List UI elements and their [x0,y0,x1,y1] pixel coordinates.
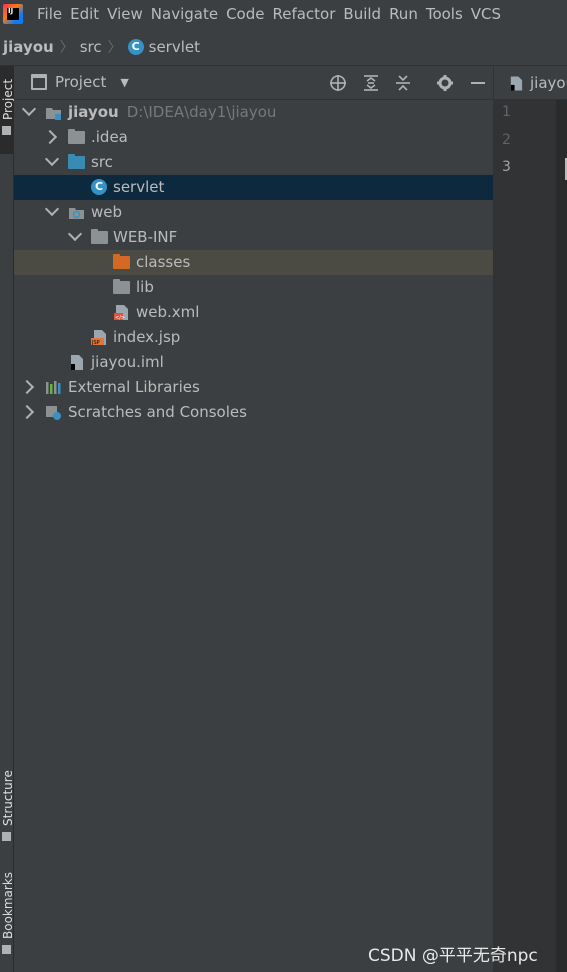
chevron-right-icon: 〉 [107,39,122,56]
breadcrumb: jiayou 〉 src 〉 C servlet [0,28,567,66]
web-folder-icon [69,208,84,219]
menu-vcs[interactable]: VCS [471,5,501,23]
left-tool-strip: Project Structure Bookmarks [0,66,15,972]
tree-label-webinf: WEB-INF [113,228,178,246]
menu-file[interactable]: File [37,5,62,23]
excluded-folder-icon [113,254,130,269]
class-icon: C [91,179,107,195]
menu-navigate[interactable]: Navigate [151,5,218,23]
tree-item-jiayou[interactable]: jiayou D:\IDEA\day1\jiayou [14,100,493,125]
gear-icon[interactable] [436,74,454,92]
menu-build[interactable]: Build [343,5,381,23]
chevron-down-icon[interactable] [67,226,83,242]
tree-label-src: src [91,153,113,171]
project-window-icon [31,74,47,90]
line-number: 3 [502,159,511,175]
tree-label-classes: classes [136,253,191,271]
chevron-right-icon[interactable] [19,404,35,420]
tree-label-webxml: web.xml [136,303,200,321]
project-panel-title: Project [55,73,107,91]
tree-item-external-libraries[interactable]: External Libraries [14,375,493,400]
menu-edit[interactable]: Edit [70,5,99,23]
module-folder-icon [46,108,61,120]
tree-item-indexjsp[interactable]: JSP index.jsp [14,325,493,350]
breadcrumb-servlet[interactable]: servlet [149,38,200,56]
tree-label-scratches: Scratches and Consoles [68,403,247,421]
tree-label-iml: jiayou.iml [91,353,164,371]
tree-label-servlet: servlet [113,178,165,196]
breadcrumb-src[interactable]: src [80,38,102,56]
tree-item-scratches[interactable]: Scratches and Consoles [14,400,493,425]
watermark: CSDN @平平无奇npc [368,946,538,966]
chevron-right-icon[interactable] [19,379,35,395]
project-view-selector[interactable]: Project ▼ [31,73,129,91]
menu-code[interactable]: Code [226,5,264,23]
jsp-file-icon: JSP [91,330,106,346]
side-tab-structure-label: Structure [1,770,15,826]
crosshair-icon[interactable] [329,74,347,92]
xml-file-icon: </> [114,305,128,321]
folder-icon [68,129,85,144]
tree-label-idea: .idea [91,128,128,146]
tree-label-lib: lib [136,278,154,296]
tree-label-indexjsp: index.jsp [113,328,181,346]
menu-bar: IJ File Edit View Navigate Code Refactor… [0,0,567,28]
tree-path-jiayou: D:\IDEA\day1\jiayou [126,103,277,121]
tree-item-idea[interactable]: .idea [14,125,493,150]
side-tab-project[interactable]: Project [0,66,15,154]
tree-label-external-libraries: External Libraries [68,378,200,396]
line-number: 1 [502,104,511,120]
side-tab-bookmarks-label: Bookmarks [1,871,15,939]
project-panel-header: Project ▼ [14,66,493,100]
structure-tab-icon [2,832,11,841]
bookmark-tab-icon [2,945,11,954]
chevron-right-icon: 〉 [59,39,74,56]
iml-file-icon [510,76,523,91]
menu-view[interactable]: View [107,5,143,23]
line-gutter: 1 2 3 [494,100,556,972]
tree-item-webxml[interactable]: </> web.xml [14,300,493,325]
class-icon: C [127,38,144,55]
breadcrumb-project[interactable]: jiayou [3,38,54,56]
tree-item-webinf[interactable]: WEB-INF [14,225,493,250]
minimize-icon[interactable] [469,74,487,92]
chevron-right-icon[interactable] [42,129,58,145]
source-folder-icon [68,154,85,169]
project-tab-icon [2,126,11,135]
folder-icon [113,279,130,294]
menu-run[interactable]: Run [389,5,418,23]
side-tab-project-label: Project [1,78,15,120]
tree-label-jiayou: jiayou D:\IDEA\day1\jiayou [68,103,277,121]
dropdown-arrow-icon: ▼ [120,75,129,89]
tree-item-src[interactable]: src [14,150,493,175]
expand-all-icon[interactable] [362,74,380,92]
tree-item-classes[interactable]: classes [14,250,493,275]
intellij-logo-icon: IJ [3,4,23,24]
side-tab-bookmarks[interactable]: Bookmarks [0,861,15,961]
folder-icon [91,229,108,244]
chevron-down-icon[interactable] [21,101,37,117]
chevron-down-icon[interactable] [44,201,60,217]
svg-text:</>: </> [115,315,125,321]
svg-text:JSP: JSP [91,340,100,346]
tree-item-web[interactable]: web [14,200,493,225]
tree-item-iml[interactable]: jiayou.iml [14,350,493,375]
side-tab-structure[interactable]: Structure [0,756,15,846]
library-icon [46,381,61,394]
tree-label-web: web [91,203,123,221]
menu-tools[interactable]: Tools [426,5,463,23]
editor-tab-bar: jiayou [494,66,567,100]
line-number: 2 [502,132,511,148]
chevron-down-icon[interactable] [44,151,60,167]
collapse-all-icon[interactable] [394,74,412,92]
tree-item-servlet[interactable]: C servlet [14,175,493,200]
editor-tab-jiayou[interactable]: jiayou [530,74,567,92]
iml-file-icon [71,355,83,370]
tree-item-lib[interactable]: lib [14,275,493,300]
editor-area: jiayou 1 2 3 [493,66,567,972]
menu-refactor[interactable]: Refactor [272,5,335,23]
project-panel: Project ▼ jiayou D:\IDEA\day1\jiayou .id… [14,66,493,972]
scratches-icon [46,406,61,420]
